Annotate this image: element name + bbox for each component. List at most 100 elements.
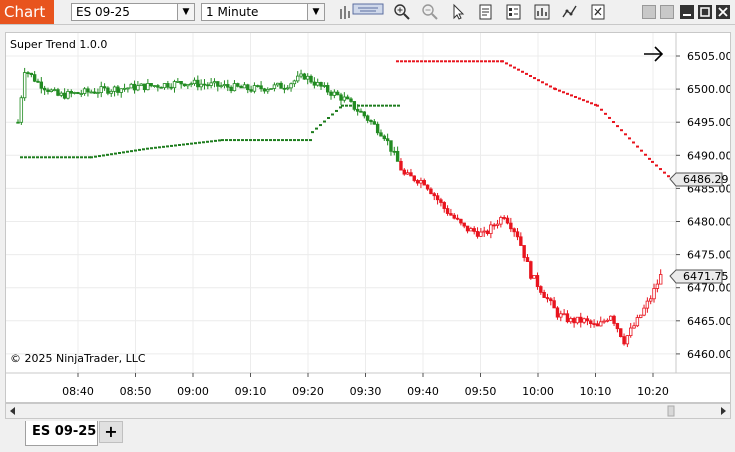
- candle-body: [339, 94, 343, 101]
- candle-body: [269, 88, 273, 90]
- candle-body: [609, 315, 613, 321]
- candle-body: [66, 91, 70, 99]
- candle-body: [92, 91, 97, 94]
- candle-body: [156, 85, 160, 88]
- candle-body: [242, 84, 247, 89]
- price-tick-label: 6470.00: [687, 282, 730, 295]
- candle-body: [485, 230, 490, 234]
- candle-body: [569, 318, 573, 323]
- candle-body: [176, 81, 180, 83]
- candle-body: [472, 228, 476, 232]
- time-tick-label: 09:10: [235, 385, 267, 398]
- candle-body: [582, 318, 586, 323]
- candle-body: [289, 83, 293, 89]
- tab-es-09-25[interactable]: ES 09-25: [25, 421, 98, 446]
- candle-body: [306, 75, 310, 80]
- candle-body: [359, 110, 363, 113]
- minimize-icon[interactable]: [680, 5, 694, 19]
- properties-icon[interactable]: [504, 3, 524, 21]
- bar-type-icon[interactable]: [338, 3, 384, 21]
- indicators-icon[interactable]: [532, 3, 552, 21]
- chart-title-label: Chart: [0, 0, 54, 24]
- window-tile-button[interactable]: [660, 5, 674, 19]
- horizontal-scrollbar[interactable]: [5, 403, 731, 419]
- zoom-in-icon[interactable]: [392, 3, 412, 21]
- candle-body: [109, 90, 113, 94]
- candle-body: [572, 318, 576, 324]
- data-box-icon[interactable]: [476, 3, 496, 21]
- drawing-tools-icon[interactable]: [588, 3, 608, 21]
- candle-body: [392, 150, 396, 153]
- close-icon[interactable]: [716, 5, 730, 19]
- candle-body: [442, 202, 446, 209]
- candle-body: [552, 300, 556, 309]
- candle-body: [575, 316, 580, 324]
- scroll-right-icon[interactable]: [721, 407, 726, 415]
- candle-body: [249, 89, 253, 92]
- candle-body: [545, 297, 550, 300]
- candle-body: [335, 91, 340, 96]
- candle-body: [26, 72, 30, 74]
- candle-body: [226, 84, 230, 88]
- price-tick-label: 6495.00: [687, 116, 730, 129]
- candle-body: [502, 217, 506, 219]
- time-tick-label: 09:50: [465, 385, 497, 398]
- candle-body: [395, 150, 400, 162]
- scroll-left-icon[interactable]: [10, 407, 15, 415]
- price-tick-label: 6480.00: [687, 216, 730, 229]
- candle-body: [262, 88, 267, 92]
- candle-body: [236, 83, 240, 87]
- maximize-icon[interactable]: [698, 5, 712, 19]
- candle-body: [116, 86, 120, 93]
- candle-body: [129, 83, 133, 89]
- candle-body: [462, 222, 466, 227]
- candle-body: [212, 81, 217, 84]
- candle-body: [99, 86, 103, 93]
- scroll-thumb[interactable]: [667, 405, 675, 417]
- candle-body: [542, 291, 546, 298]
- candle-body: [42, 87, 47, 91]
- pointer-icon[interactable]: [448, 3, 468, 21]
- chart-panel[interactable]: 6505.00 6500.00 6495.00 6490.00 6485.00 6480.…: [5, 32, 731, 403]
- candle-body: [119, 88, 123, 93]
- candle-body: [106, 87, 110, 94]
- candle-body: [635, 317, 640, 327]
- candle-body: [495, 223, 500, 226]
- candle-body: [385, 138, 390, 142]
- time-tick-label: 08:50: [120, 385, 152, 398]
- chevron-down-icon[interactable]: ▼: [307, 4, 324, 20]
- add-tab-button[interactable]: +: [99, 421, 123, 443]
- candle-body: [142, 83, 147, 91]
- zoom-out-icon[interactable]: [420, 3, 440, 21]
- candle-body: [372, 121, 377, 125]
- candle-body: [445, 208, 450, 214]
- instrument-selector[interactable]: ES 09-25 ▼: [71, 3, 195, 21]
- candle-body: [56, 89, 60, 96]
- chevron-down-icon[interactable]: ▼: [177, 4, 194, 20]
- candle-body: [126, 87, 130, 90]
- interval-selector[interactable]: 1 Minute ▼: [201, 3, 325, 21]
- candle-body: [256, 85, 260, 87]
- candle-body: [276, 82, 280, 86]
- candle-body: [419, 180, 423, 184]
- price-chart[interactable]: 6505.006500.006495.006490.006485.006480.…: [6, 33, 730, 402]
- candle-body: [349, 98, 353, 102]
- candle-body: [259, 85, 263, 90]
- candle-body: [425, 184, 430, 190]
- candle-body: [122, 87, 127, 90]
- candle-body: [282, 87, 287, 90]
- candle-body: [352, 101, 357, 110]
- strategies-icon[interactable]: [560, 3, 580, 21]
- candle-body: [139, 83, 143, 87]
- candle-body: [179, 81, 183, 85]
- candle-body: [332, 91, 337, 96]
- candle-body: [292, 80, 297, 85]
- candle-body: [199, 83, 203, 88]
- price-tick-label: 6500.00: [687, 83, 730, 96]
- candle-body: [522, 245, 526, 258]
- supertrend-value-marker: 6486.29: [669, 172, 729, 187]
- candle-body: [246, 84, 250, 91]
- candle-body: [49, 89, 53, 92]
- candle-body: [449, 213, 453, 216]
- window-restore-button[interactable]: [642, 5, 656, 19]
